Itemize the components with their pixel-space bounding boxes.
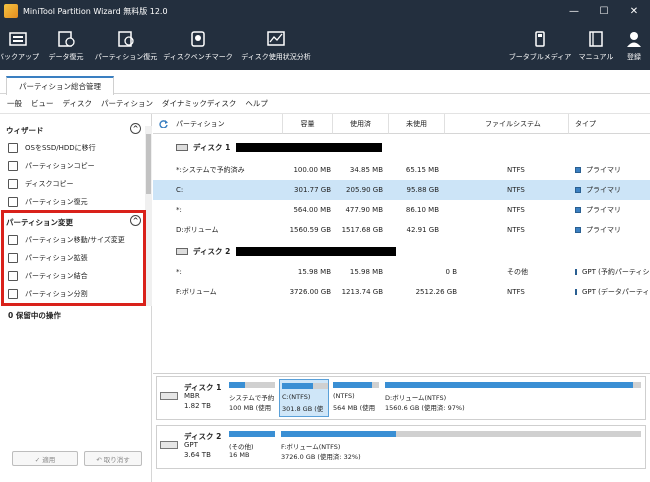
menu-dynamic-disk[interactable]: ダイナミックディスク <box>162 98 236 109</box>
column-header-type[interactable]: タイプ <box>569 114 650 134</box>
bootable-media-icon <box>535 31 545 47</box>
table-row-selected[interactable]: C: 301.77 GB 205.90 GB 95.88 GB NTFS プライ… <box>153 180 650 200</box>
column-header-unused[interactable]: 未使用 <box>389 114 445 134</box>
disk-map-row-2[interactable]: ディスク 2 GPT 3.64 TB (その他) 16 MB F:ボリューム(N… <box>156 425 646 469</box>
register-button[interactable]: 登録 <box>620 22 648 70</box>
column-header-used[interactable]: 使用済 <box>333 114 389 134</box>
maximize-button[interactable]: ☐ <box>590 0 618 22</box>
copy-disk-icon <box>8 179 18 189</box>
primary-type-icon <box>575 207 581 213</box>
menu-general[interactable]: 一般 <box>7 98 22 109</box>
menu-partition[interactable]: パーティション <box>101 98 153 109</box>
partition-block[interactable]: (NTFS) 564 MB (使用 <box>331 379 381 417</box>
gpt-type-icon <box>575 269 577 275</box>
disk-icon <box>176 143 188 151</box>
register-icon <box>627 32 641 47</box>
menu-help[interactable]: ヘルプ <box>245 98 268 109</box>
usage-bar-fill <box>385 382 634 388</box>
table-row[interactable]: *: 564.00 MB 477.90 MB 86.10 MB NTFS プライ… <box>153 200 650 220</box>
disk-benchmark-button[interactable]: ディスクベンチマーク <box>162 22 234 70</box>
disk-benchmark-icon <box>191 31 205 47</box>
app-logo-icon <box>4 4 18 18</box>
disk-icon <box>176 247 188 255</box>
usage-bar-fill <box>229 382 246 388</box>
table-row[interactable]: *: 15.98 MB 15.98 MB 0 B その他 GPT (予約パーティ… <box>153 262 650 282</box>
disk-map-row-1[interactable]: ディスク 1 MBR 1.82 TB システムで予約 100 MB (使用 C:… <box>156 376 646 420</box>
usage-bar-fill <box>282 383 314 389</box>
copy-partition-icon <box>8 161 18 171</box>
wizard-section-header[interactable]: ウィザード ^ <box>0 122 145 138</box>
menu-disk[interactable]: ディスク <box>63 98 92 109</box>
pending-operations: 0 保留中の操作 <box>8 311 61 320</box>
disk-map: ディスク 1 MBR 1.82 TB システムで予約 100 MB (使用 C:… <box>153 373 650 482</box>
partition-block-selected[interactable]: C:(NTFS) 301.8 GB (使 <box>279 379 329 417</box>
partition-recovery-icon <box>118 31 134 47</box>
disk-1-row[interactable]: ディスク 1 <box>153 137 650 157</box>
copy-partition-item[interactable]: パーティションコピー <box>8 158 95 174</box>
partition-block[interactable]: システムで予約 100 MB (使用 <box>227 379 277 417</box>
partition-recovery-item[interactable]: パーティション復元 <box>8 194 88 210</box>
primary-type-icon <box>575 227 581 233</box>
copy-disk-item[interactable]: ディスクコピー <box>8 176 74 192</box>
hard-disk-icon <box>160 441 178 449</box>
primary-type-icon <box>575 167 581 173</box>
partition-recovery-button[interactable]: パーティション復元 <box>95 22 157 70</box>
migrate-os-icon <box>8 143 18 153</box>
manual-button[interactable]: マニュアル <box>578 22 614 70</box>
gpt-type-icon <box>575 289 577 295</box>
table-row[interactable]: D:ボリューム 1560.59 GB 1517.68 GB 42.91 GB N… <box>153 220 650 240</box>
panel-scrollbar[interactable] <box>145 126 152 306</box>
tab-bar: パーティション総合管理 <box>0 70 650 95</box>
action-panel: ウィザード ^ OSをSSD/HDDに移行 パーティションコピー ディスクコピー… <box>0 114 152 482</box>
usage-bar-fill <box>281 431 397 437</box>
disk-2-row[interactable]: ディスク 2 <box>153 241 650 261</box>
backup-button[interactable]: バックアップ <box>0 22 39 70</box>
column-header-capacity[interactable]: 容量 <box>283 114 333 134</box>
usage-bar-fill <box>229 431 275 437</box>
usage-bar-fill <box>333 382 373 388</box>
minimize-button[interactable]: — <box>560 0 588 22</box>
main-toolbar: バックアップ データ復元 パーティション復元 ディスクベンチマーク ディスク使用… <box>0 22 650 70</box>
migrate-os-item[interactable]: OSをSSD/HDDに移行 <box>8 140 96 156</box>
title-bar: MiniTool Partition Wizard 無料版 12.0 — ☐ ✕ <box>0 0 650 22</box>
bootable-media-button[interactable]: ブータブルメディア <box>509 22 571 70</box>
space-analyzer-icon <box>267 31 285 46</box>
redacted-disk-model <box>236 142 383 152</box>
redacted-disk-model <box>236 246 397 256</box>
apply-button[interactable]: ✓ 適用 <box>12 451 78 466</box>
refresh-icon[interactable] <box>159 119 168 128</box>
scroll-thumb[interactable] <box>146 134 151 194</box>
menu-bar: 一般 ビュー ディスク パーティション ダイナミックディスク ヘルプ <box>0 94 650 114</box>
collapse-icon[interactable]: ^ <box>130 123 141 134</box>
close-button[interactable]: ✕ <box>620 0 648 22</box>
manual-icon <box>589 31 603 47</box>
backup-icon <box>9 32 27 46</box>
partition-block[interactable]: D:ボリューム(NTFS) 1560.6 GB (使用済: 97%) <box>383 379 645 417</box>
data-recovery-icon <box>58 31 75 47</box>
primary-type-icon <box>575 187 581 193</box>
partition-block[interactable]: (その他) 16 MB <box>227 428 277 466</box>
table-row[interactable]: F:ボリューム 3726.00 GB 1213.74 GB 2512.26 GB… <box>153 282 650 302</box>
wizard-title: ウィザード <box>6 125 44 135</box>
highlight-box <box>1 210 146 306</box>
partition-recovery-icon <box>8 197 18 207</box>
table-row[interactable]: *:システムで予約済み 100.00 MB 34.85 MB 65.15 MB … <box>153 160 650 180</box>
window-title: MiniTool Partition Wizard 無料版 12.0 <box>23 6 168 16</box>
hard-disk-icon <box>160 392 178 400</box>
disk-map-info: ディスク 2 GPT 3.64 TB <box>157 426 225 468</box>
partition-block[interactable]: F:ボリューム(NTFS) 3726.0 GB (使用済: 32%) <box>279 428 645 466</box>
space-analyzer-button[interactable]: ディスク使用状況分析 <box>240 22 312 70</box>
undo-button[interactable]: ↶ 取り消す <box>84 451 142 466</box>
column-header-filesystem[interactable]: ファイルシステム <box>445 114 569 134</box>
data-recovery-button[interactable]: データ復元 <box>44 22 88 70</box>
menu-view[interactable]: ビュー <box>31 98 54 109</box>
disk-map-info: ディスク 1 MBR 1.82 TB <box>157 377 225 419</box>
column-header-partition[interactable]: パーティション <box>153 114 283 134</box>
tab-partition-management[interactable]: パーティション総合管理 <box>6 76 114 95</box>
